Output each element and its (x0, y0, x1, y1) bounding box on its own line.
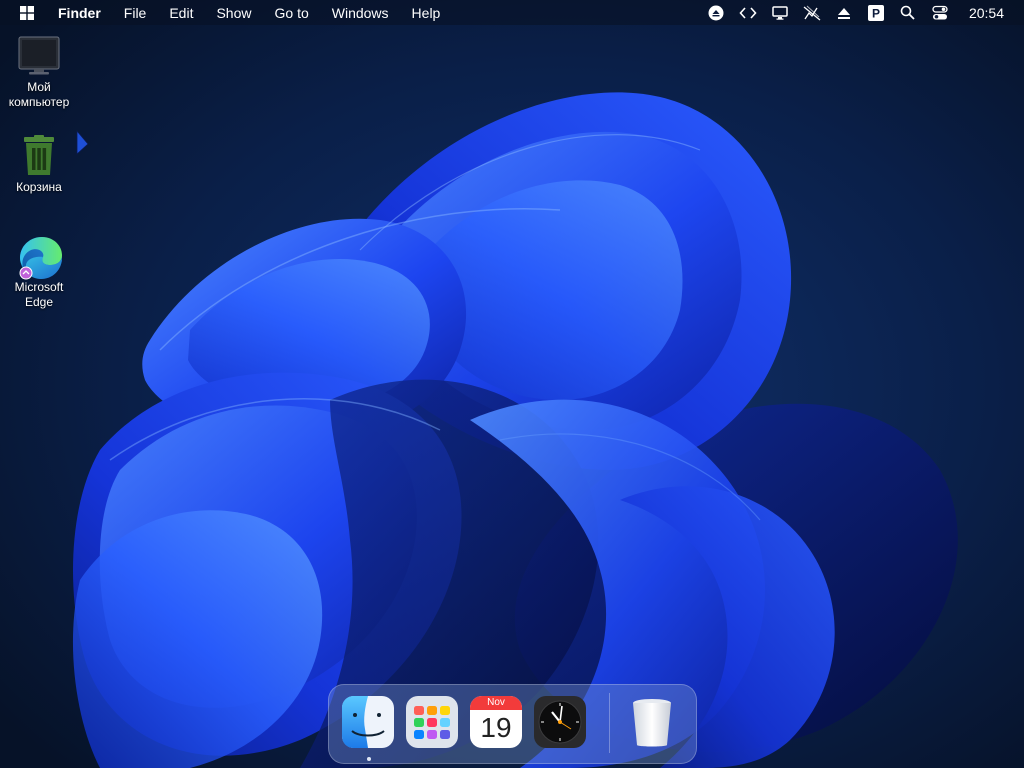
calendar-month: Nov (470, 696, 522, 710)
code-brackets-icon[interactable] (739, 4, 757, 22)
dock-clock[interactable] (533, 695, 587, 749)
desktop-wallpaper (0, 0, 1024, 768)
menu-bar: Finder File Edit Show Go to Windows Help… (0, 0, 1024, 25)
menu-windows[interactable]: Windows (332, 5, 389, 21)
dock-finder[interactable] (341, 695, 395, 749)
windows-logo-icon (20, 5, 34, 20)
menu-go-to[interactable]: Go to (275, 5, 309, 21)
mouse-cursor (76, 130, 89, 155)
dock-separator (609, 693, 610, 753)
desktop-icon-label: Мой (27, 80, 51, 94)
launchpad-icon (406, 696, 458, 748)
desktop-icon-recycle-bin[interactable]: Корзина (1, 134, 77, 195)
upload-icon[interactable] (835, 4, 853, 22)
app-menu: Finder File Edit Show Go to Windows Help (58, 5, 463, 21)
search-icon[interactable] (899, 4, 917, 22)
no-signal-icon[interactable] (803, 4, 821, 22)
dock: Nov 19 (328, 684, 697, 764)
desktop-icon-my-computer[interactable]: Мой компьютер (1, 34, 77, 110)
menu-edit[interactable]: Edit (169, 5, 193, 21)
svg-text:P: P (872, 6, 880, 20)
clock[interactable]: 20:54 (969, 5, 1004, 21)
trash-icon (17, 134, 61, 178)
calendar-icon: Nov 19 (470, 696, 522, 748)
calendar-day: 19 (480, 712, 512, 743)
finder-icon (342, 696, 394, 748)
dock-calendar[interactable]: Nov 19 (469, 695, 523, 749)
trash-icon (633, 699, 671, 747)
desktop-icon-edge[interactable]: Microsoft Edge (1, 234, 77, 310)
desktop-icon-label: компьютер (8, 95, 70, 109)
dock-launchpad[interactable] (405, 695, 459, 749)
edge-icon (17, 234, 62, 280)
menu-app-name[interactable]: Finder (58, 5, 101, 21)
dock-running-indicator (367, 757, 371, 761)
desktop-icon-label: Microsoft (14, 280, 64, 294)
monitor-icon (17, 34, 61, 78)
dock-trash[interactable] (625, 695, 679, 749)
p-icon[interactable]: P (867, 4, 885, 22)
monitor-icon[interactable] (771, 4, 789, 22)
desktop-icon-label: Корзина (16, 180, 62, 194)
eject-icon[interactable] (707, 4, 725, 22)
menu-file[interactable]: File (124, 5, 147, 21)
desktop-icon-label: Edge (24, 295, 54, 309)
menu-show[interactable]: Show (216, 5, 251, 21)
clock-icon (534, 696, 586, 748)
start-button[interactable] (20, 0, 42, 25)
menu-help[interactable]: Help (412, 5, 441, 21)
control-center-icon[interactable] (931, 4, 949, 22)
system-tray: P 20:54 (707, 0, 1024, 25)
